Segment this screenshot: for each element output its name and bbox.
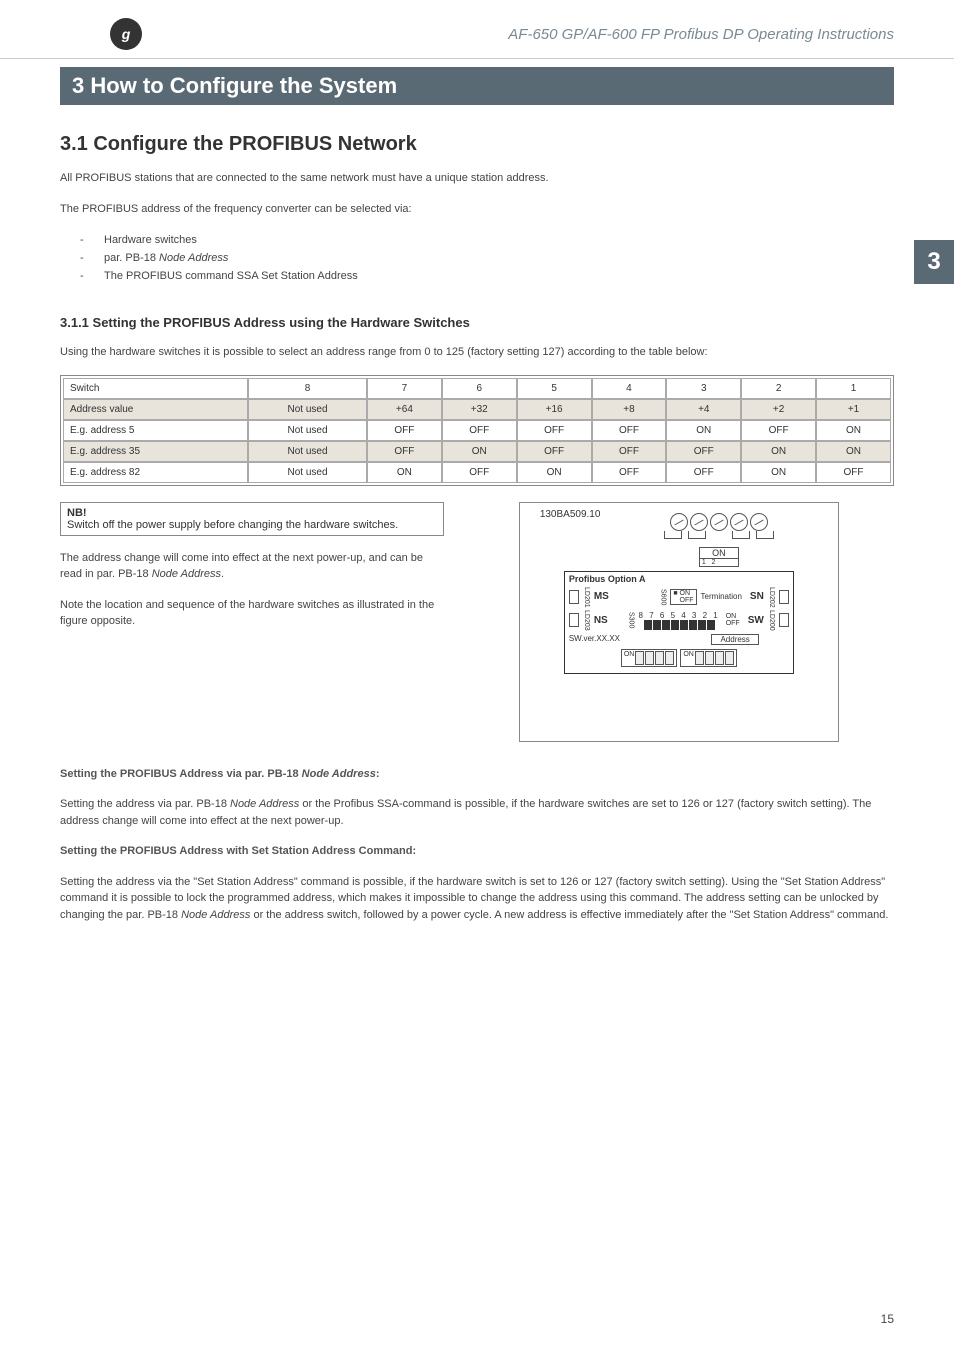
table-cell: OFF (666, 441, 741, 462)
setting-via-command-heading: Setting the PROFIBUS Address with Set St… (60, 843, 894, 860)
lead-text: The PROFIBUS address of the frequency co… (60, 201, 894, 218)
table-cell: E.g. address 35 (63, 441, 248, 462)
section-side-tab: 3 (914, 240, 954, 284)
table-cell: 6 (442, 378, 517, 399)
table-cell: Switch (63, 378, 248, 399)
selection-methods-list: Hardware switches par. PB-18 Node Addres… (80, 231, 894, 285)
table-cell: OFF (442, 420, 517, 441)
terminal-tabs-icon (664, 531, 774, 539)
table-row: E.g. address 35Not usedOFFONOFFOFFOFFONO… (63, 441, 891, 462)
table-cell: 4 (592, 378, 667, 399)
seven-segment-display-icon: ON ON (569, 649, 789, 667)
table-cell: Address value (63, 399, 248, 420)
table-cell: OFF (517, 441, 592, 462)
board-label: Profibus Option A (569, 574, 789, 584)
table-cell: +16 (517, 399, 592, 420)
led-icon (569, 613, 579, 627)
table-cell: ON (442, 441, 517, 462)
table-row: E.g. address 5Not usedOFFOFFOFFOFFONOFFO… (63, 420, 891, 441)
table-cell: OFF (666, 462, 741, 483)
chapter-title-bar: 3 How to Configure the System (60, 67, 894, 105)
table-cell: Not used (248, 441, 367, 462)
table-cell: ON (517, 462, 592, 483)
table-cell: ON (367, 462, 442, 483)
led-icon (569, 590, 579, 604)
dip-switch-icon (644, 620, 715, 630)
table-cell: 3 (666, 378, 741, 399)
address-label: Address (711, 634, 758, 645)
terminal-screws-icon (670, 513, 768, 531)
table-cell: E.g. address 82 (63, 462, 248, 483)
address-switch-table: Switch 8 7 6 5 4 3 2 1 Address valueNot … (60, 375, 894, 486)
table-cell: +64 (367, 399, 442, 420)
setting-via-param-heading: Setting the PROFIBUS Address via par. PB… (60, 766, 894, 783)
table-cell: OFF (592, 420, 667, 441)
table-row: Address valueNot used+64+32+16+8+4+2+1 (63, 399, 891, 420)
table-cell: 2 (741, 378, 816, 399)
section-heading: 3.1 Configure the PROFIBUS Network (60, 133, 894, 156)
table-cell: ON (741, 462, 816, 483)
intro-text: All PROFIBUS stations that are connected… (60, 170, 894, 187)
subsection-intro: Using the hardware switches it is possib… (60, 344, 894, 361)
notice-box: NB! Switch off the power supply before c… (60, 502, 444, 536)
table-cell: +4 (666, 399, 741, 420)
figure-id: 130BA509.10 (540, 509, 601, 520)
table-cell: +2 (741, 399, 816, 420)
led-icon (779, 613, 789, 627)
sw-version-label: SW.ver.XX.XX (569, 634, 620, 645)
page-number: 15 (881, 1312, 894, 1326)
table-cell: OFF (367, 441, 442, 462)
table-cell: OFF (741, 420, 816, 441)
table-cell: ON (741, 441, 816, 462)
table-cell: 5 (517, 378, 592, 399)
table-cell: E.g. address 5 (63, 420, 248, 441)
setting-via-param-text: Setting the address via par. PB-18 Node … (60, 796, 894, 829)
notice-title: NB! (67, 507, 437, 519)
list-item: par. PB-18 Node Address (80, 249, 894, 267)
termination-switch-icon: ■ ON■ OFF (670, 589, 696, 605)
table-cell: OFF (592, 462, 667, 483)
subsection-heading: 3.1.1 Setting the PROFIBUS Address using… (60, 315, 894, 330)
list-item: The PROFIBUS command SSA Set Station Add… (80, 267, 894, 285)
table-cell: ON (666, 420, 741, 441)
table-cell: Not used (248, 420, 367, 441)
table-cell: OFF (517, 420, 592, 441)
led-icon (779, 590, 789, 604)
table-cell: ON (816, 441, 891, 462)
table-cell: OFF (442, 462, 517, 483)
option-board-frame: Profibus Option A LD201 MS S600 ■ ON■ OF… (564, 571, 794, 674)
hardware-switches-figure: 130BA509.10 ON1 2 Profibus Option A LD20… (519, 502, 839, 742)
table-cell: OFF (592, 441, 667, 462)
notice-text: Switch off the power supply before chang… (67, 519, 398, 531)
table-cell: 1 (816, 378, 891, 399)
table-cell: OFF (816, 462, 891, 483)
ge-logo-icon: g (110, 18, 142, 50)
table-cell: OFF (367, 420, 442, 441)
table-cell: 8 (248, 378, 367, 399)
table-cell: 7 (367, 378, 442, 399)
address-change-note: The address change will come into effect… (60, 550, 444, 583)
table-header-row: Switch 8 7 6 5 4 3 2 1 (63, 378, 891, 399)
table-cell: ON (816, 420, 891, 441)
table-cell: Not used (248, 462, 367, 483)
table-cell: +1 (816, 399, 891, 420)
document-title: AF-650 GP/AF-600 FP Profibus DP Operatin… (508, 26, 894, 43)
page-header: g AF-650 GP/AF-600 FP Profibus DP Operat… (0, 0, 954, 59)
table-cell: +32 (442, 399, 517, 420)
table-cell: +8 (592, 399, 667, 420)
table-cell: Not used (248, 399, 367, 420)
on-label: ON1 2 (699, 547, 739, 567)
list-item: Hardware switches (80, 231, 894, 249)
setting-via-command-text: Setting the address via the "Set Station… (60, 874, 894, 924)
figure-reference-note: Note the location and sequence of the ha… (60, 597, 444, 630)
table-row: E.g. address 82Not usedONOFFONOFFOFFONOF… (63, 462, 891, 483)
